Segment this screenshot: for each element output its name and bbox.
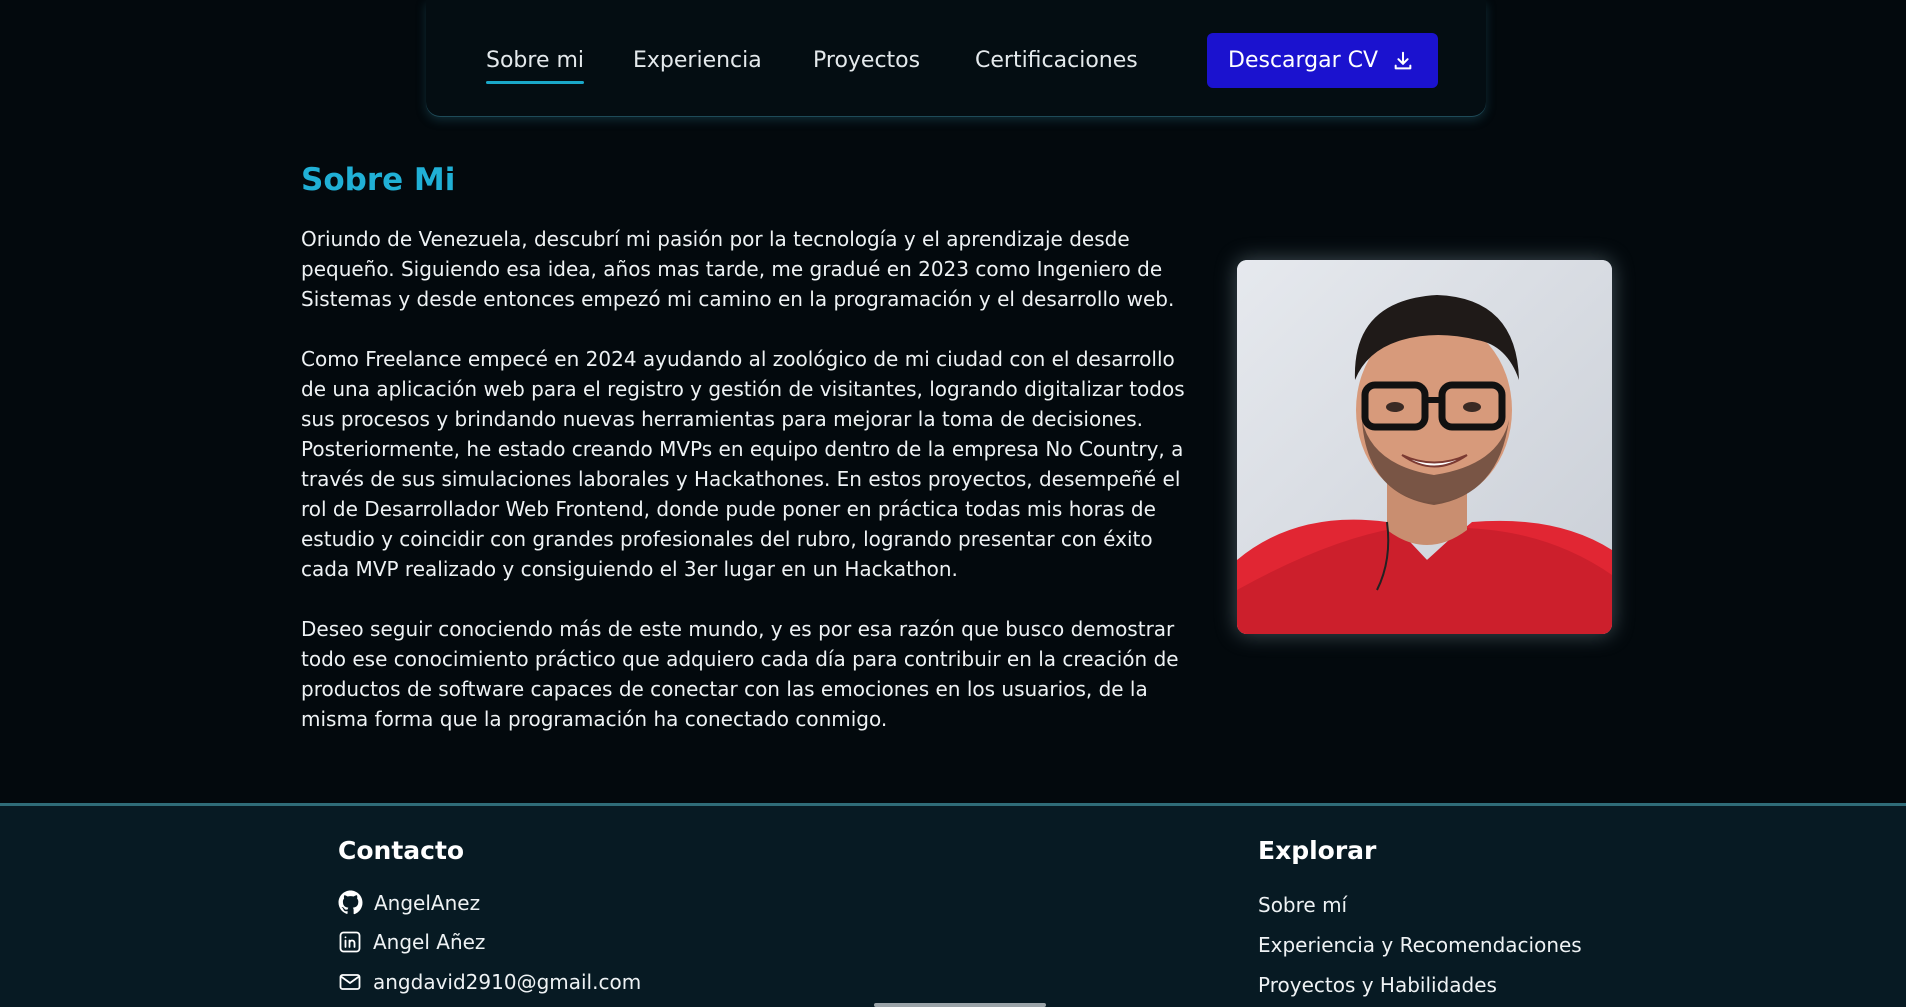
nav-item-experiencia[interactable]: Experiencia xyxy=(633,44,762,78)
footer: Contacto AngelAnez Angel Añez angdavid29… xyxy=(0,806,1906,1007)
contact-github-label: AngelAnez xyxy=(374,890,481,915)
page: Sobre mi Experiencia Proyectos Certifica… xyxy=(0,0,1906,1007)
about-paragraph: Oriundo de Venezuela, descubrí mi pasión… xyxy=(301,227,1175,311)
contact-title: Contacto xyxy=(338,836,465,865)
contact-linkedin[interactable]: Angel Añez xyxy=(338,930,485,954)
explore-link-experiencia[interactable]: Experiencia y Recomendaciones xyxy=(1258,933,1582,957)
download-cv-button[interactable]: Descargar CV xyxy=(1207,33,1438,88)
explore-title: Explorar xyxy=(1258,836,1377,865)
about-title: Sobre Mi xyxy=(301,162,456,198)
mail-icon xyxy=(339,974,361,990)
about-paragraph: Como Freelance empecé en 2024 ayudando a… xyxy=(301,347,1185,581)
nav-item-certificaciones[interactable]: Certificaciones xyxy=(975,44,1138,78)
contact-github[interactable]: AngelAnez xyxy=(338,890,480,915)
about-paragraph: Deseo seguir conociendo más de este mund… xyxy=(301,617,1179,731)
profile-portrait-illustration xyxy=(1237,260,1612,634)
explore-link-proyectos[interactable]: Proyectos y Habilidades xyxy=(1258,973,1497,997)
contact-email[interactable]: angdavid2910@gmail.com xyxy=(338,970,641,994)
linkedin-icon xyxy=(339,931,361,953)
about-text: Oriundo de Venezuela, descubrí mi pasión… xyxy=(301,224,1191,764)
scroll-indicator xyxy=(874,1003,1046,1007)
download-cv-label: Descargar CV xyxy=(1228,48,1379,73)
explore-link-sobre-mi[interactable]: Sobre mí xyxy=(1258,893,1347,917)
contact-email-label: angdavid2910@gmail.com xyxy=(373,970,642,994)
nav-item-proyectos[interactable]: Proyectos xyxy=(813,44,920,78)
github-icon xyxy=(338,890,363,915)
download-icon xyxy=(1394,51,1412,69)
contact-linkedin-label: Angel Añez xyxy=(373,930,486,954)
top-navigation: Sobre mi Experiencia Proyectos Certifica… xyxy=(426,0,1486,116)
profile-photo xyxy=(1237,260,1612,634)
nav-item-sobre-mi[interactable]: Sobre mi xyxy=(486,44,585,84)
